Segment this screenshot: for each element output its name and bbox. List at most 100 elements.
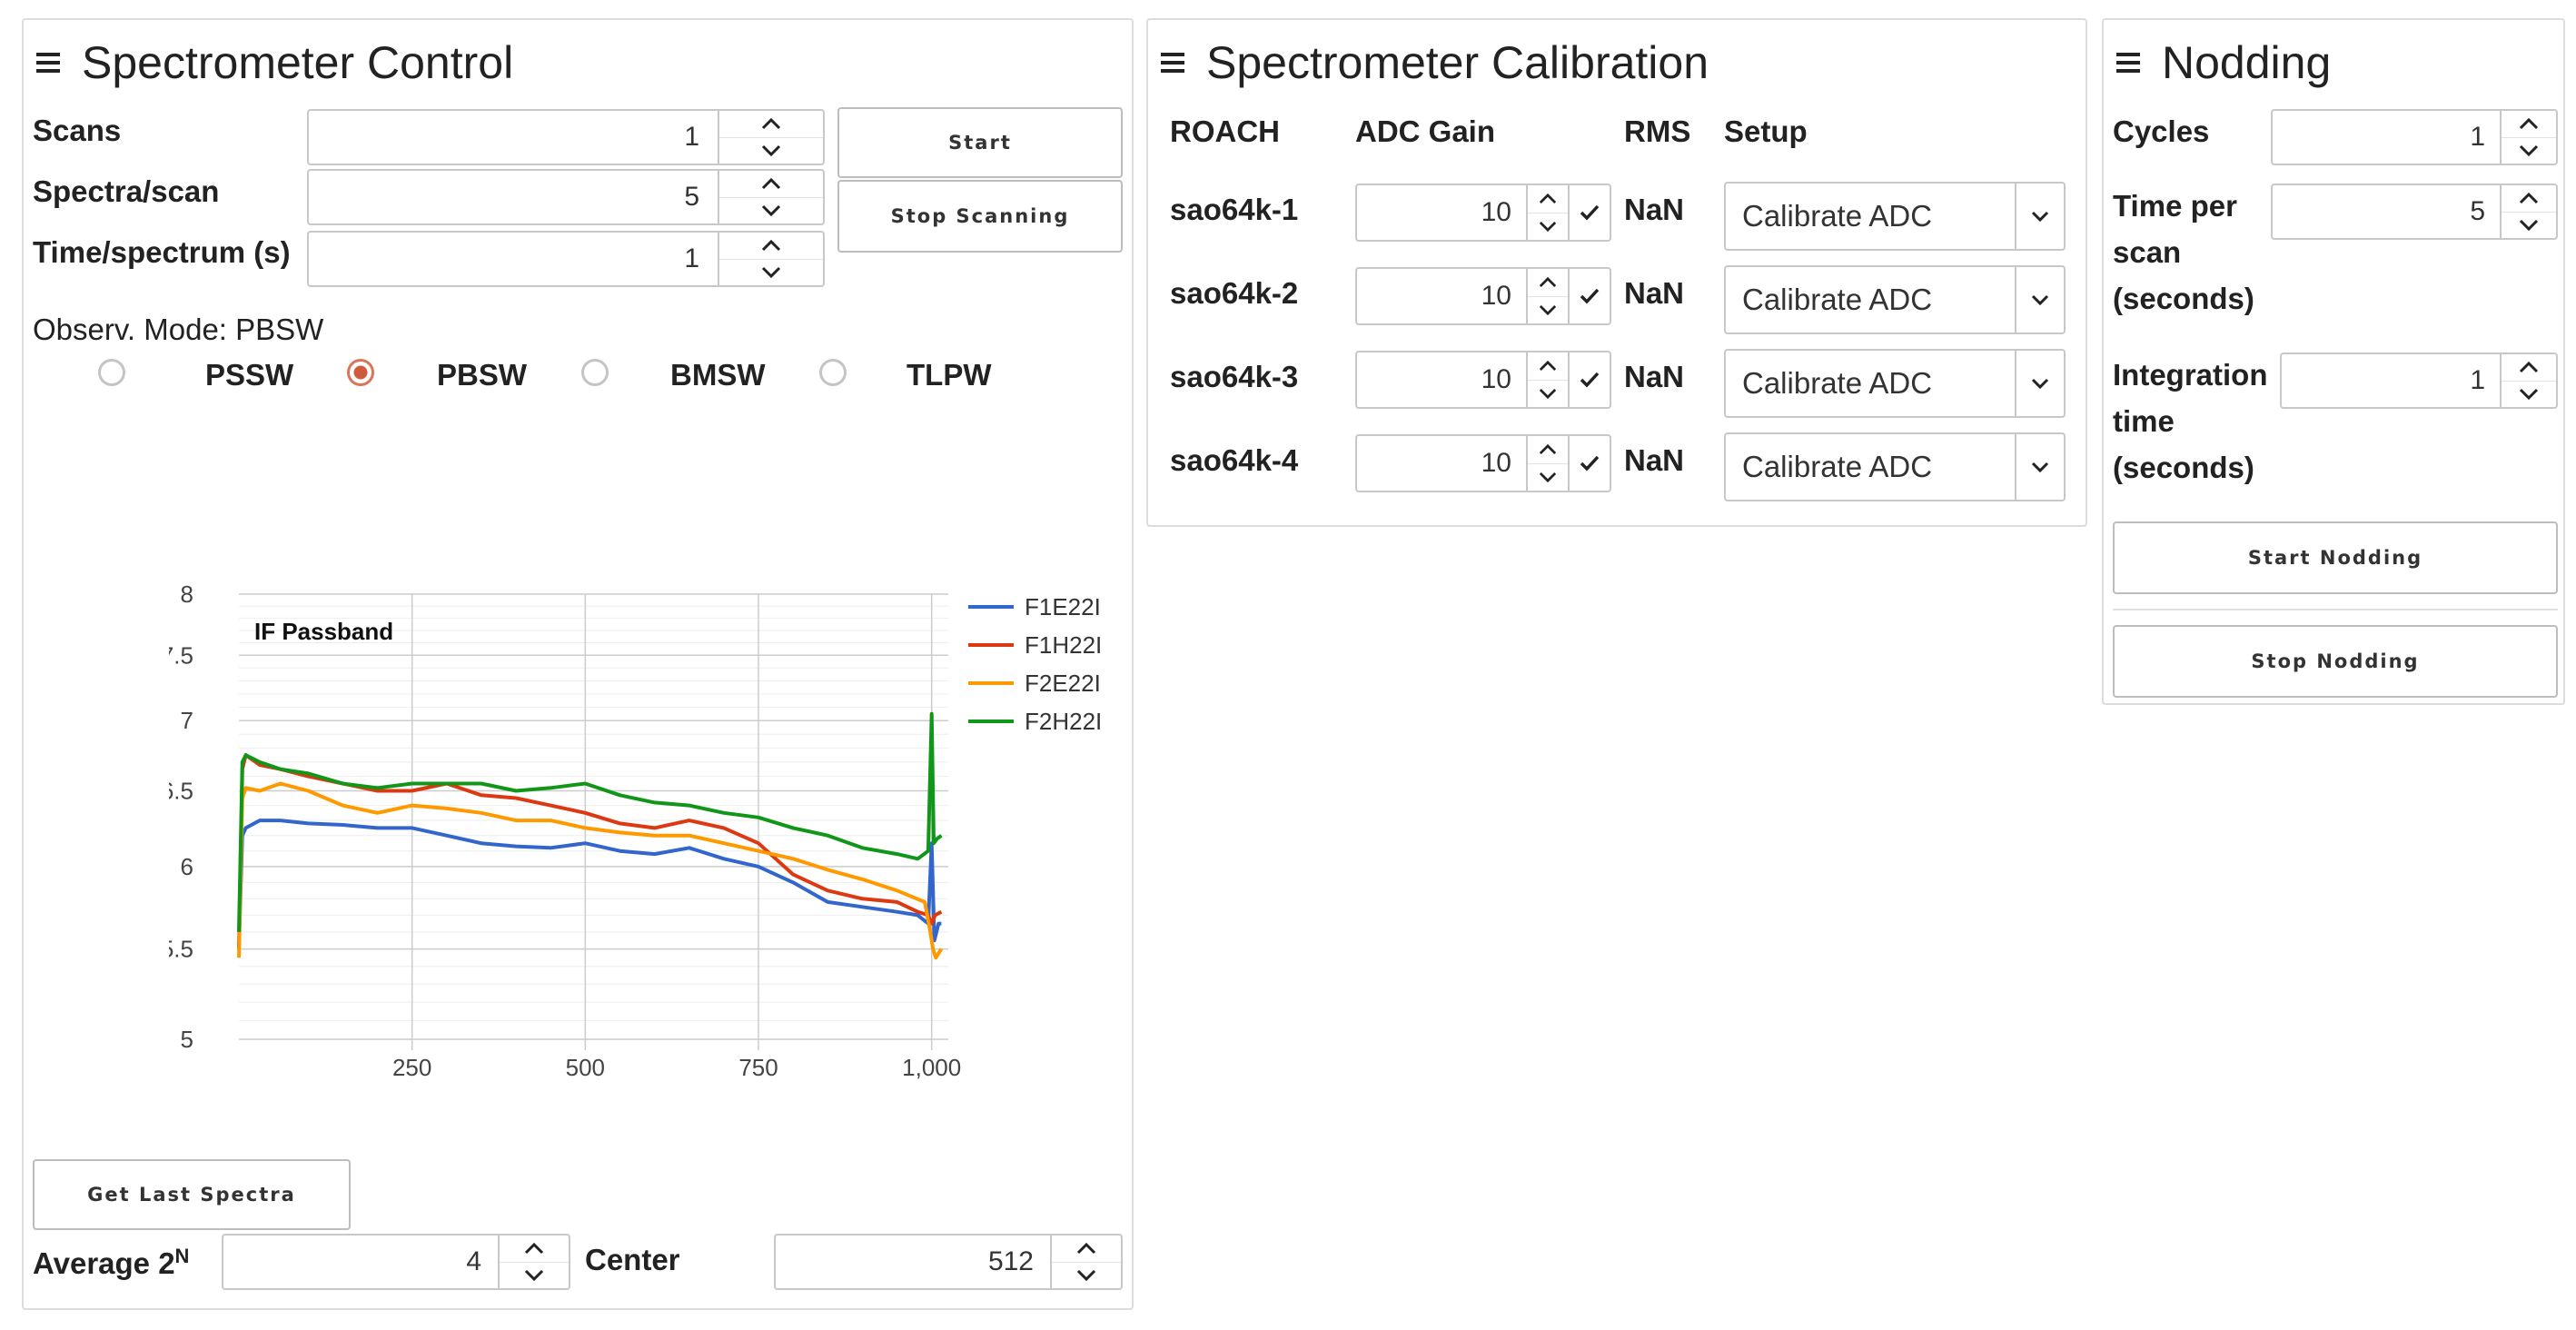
spectra-input[interactable]: 5 — [307, 169, 825, 225]
y-tick-label: 7 — [181, 707, 193, 734]
scans-label: Scans — [33, 114, 122, 147]
decrement-icon[interactable] — [1528, 295, 1568, 324]
radio-pbsw[interactable] — [347, 359, 374, 386]
scans-input[interactable]: 1 — [307, 109, 825, 165]
menu-icon[interactable] — [1161, 53, 1184, 73]
time-per-scan-input[interactable]: 5 — [2271, 184, 2558, 240]
menu-icon[interactable] — [2116, 53, 2140, 73]
get-last-spectra-button[interactable]: Get Last Spectra — [33, 1159, 351, 1230]
roach-header: ROACH — [1170, 114, 1280, 148]
decrement-icon[interactable] — [500, 1261, 569, 1289]
increment-icon[interactable] — [1052, 1236, 1121, 1262]
spectra-label: Spectra/scan — [33, 174, 220, 208]
decrement-icon[interactable] — [719, 136, 823, 164]
stop-nodding-button[interactable]: Stop Nodding — [2113, 625, 2558, 698]
x-tick-label: 250 — [392, 1054, 431, 1081]
decrement-icon[interactable] — [2502, 211, 2556, 239]
decrement-icon[interactable] — [1052, 1261, 1121, 1289]
time-per-scan-label: (seconds) — [2113, 282, 2254, 315]
if-passband-chart: 5 5.5 6 6.5 7 7.5 8 250 500 750 1,000 IF Passband F1… — [169, 581, 1102, 1081]
increment-icon[interactable] — [719, 111, 823, 137]
adc-gain-header: ADC Gain — [1355, 114, 1496, 148]
series-line — [237, 711, 943, 932]
rms-value: NaN — [1624, 193, 1685, 226]
decrement-icon[interactable] — [2502, 380, 2556, 408]
increment-icon[interactable] — [2502, 354, 2556, 381]
adc-gain-input[interactable]: 10 — [1355, 267, 1611, 325]
integration-time-input[interactable]: 1 — [2280, 352, 2558, 409]
legend-label: F2H22I — [1025, 708, 1102, 735]
average-label: Average 2N — [33, 1245, 189, 1281]
time-label: Time/spectrum (s) — [33, 235, 291, 269]
nodding-title: Nodding — [2162, 37, 2332, 88]
decrement-icon[interactable] — [1528, 379, 1568, 408]
roach-name: sao64k-3 — [1170, 360, 1299, 393]
y-tick-label: 7.5 — [169, 641, 193, 669]
setup-selected: Calibrate ADC — [1742, 199, 1933, 233]
confirm-check-icon[interactable] — [1568, 185, 1610, 240]
roach-name: sao64k-1 — [1170, 193, 1299, 226]
increment-icon[interactable] — [1528, 269, 1568, 296]
chevron-down-icon[interactable] — [2015, 351, 2064, 416]
y-tick-label: 5 — [181, 1026, 193, 1053]
increment-icon[interactable] — [1528, 352, 1568, 380]
y-tick-label: 6.5 — [169, 777, 193, 804]
chevron-down-icon[interactable] — [2015, 184, 2064, 249]
spectrometer-calibration-panel: Spectrometer Calibration ROACH ADC Gain … — [1146, 18, 2087, 527]
adc-gain-input[interactable]: 10 — [1355, 351, 1611, 409]
spectrometer-control-panel: Spectrometer Control Scans 1 Spectra/sca… — [22, 18, 1134, 1310]
average-input[interactable]: 4 — [222, 1234, 570, 1290]
mode-label: TLPW — [907, 358, 992, 392]
cycles-input[interactable]: 1 — [2271, 109, 2558, 165]
chevron-down-icon[interactable] — [2015, 434, 2064, 500]
integration-time-label: time — [2113, 404, 2175, 438]
menu-icon[interactable] — [36, 53, 60, 73]
integration-time-value: 1 — [2470, 365, 2485, 395]
increment-icon[interactable] — [1528, 436, 1568, 463]
increment-icon[interactable] — [2502, 111, 2556, 137]
legend-label: F1H22I — [1025, 631, 1102, 659]
radio-bmsw[interactable] — [581, 359, 609, 386]
adc-gain-value: 10 — [1481, 364, 1511, 394]
increment-icon[interactable] — [719, 233, 823, 259]
setup-selected: Calibrate ADC — [1742, 450, 1933, 483]
average-label-text: Average 2 — [33, 1246, 175, 1280]
setup-select[interactable]: Calibrate ADC — [1724, 349, 2066, 418]
chevron-down-icon[interactable] — [2015, 267, 2064, 332]
center-input[interactable]: 512 — [774, 1234, 1123, 1290]
start-nodding-button[interactable]: Start Nodding — [2113, 521, 2558, 594]
cycles-value: 1 — [2470, 122, 2485, 152]
setup-select[interactable]: Calibrate ADC — [1724, 432, 2066, 501]
increment-icon[interactable] — [719, 171, 823, 197]
increment-icon[interactable] — [1528, 185, 1568, 213]
decrement-icon[interactable] — [1528, 212, 1568, 241]
increment-icon[interactable] — [2502, 185, 2556, 212]
setup-select[interactable]: Calibrate ADC — [1724, 265, 2066, 334]
radio-tlpw[interactable] — [819, 359, 847, 386]
rms-value: NaN — [1624, 443, 1685, 477]
x-tick-label: 750 — [738, 1054, 778, 1081]
confirm-check-icon[interactable] — [1568, 436, 1610, 491]
integration-time-label: (seconds) — [2113, 451, 2254, 484]
confirm-check-icon[interactable] — [1568, 352, 1610, 407]
time-input[interactable]: 1 — [307, 231, 825, 287]
adc-gain-input[interactable]: 10 — [1355, 434, 1611, 492]
decrement-icon[interactable] — [1528, 462, 1568, 491]
rms-value: NaN — [1624, 360, 1685, 393]
decrement-icon[interactable] — [719, 196, 823, 224]
start-button[interactable]: Start — [837, 107, 1123, 178]
panel-title: Spectrometer Calibration — [1161, 36, 1709, 89]
setup-select[interactable]: Calibrate ADC — [1724, 182, 2066, 251]
confirm-check-icon[interactable] — [1568, 269, 1610, 323]
adc-gain-input[interactable]: 10 — [1355, 184, 1611, 242]
adc-gain-value: 10 — [1481, 281, 1511, 311]
increment-icon[interactable] — [500, 1236, 569, 1262]
stop-scanning-button[interactable]: Stop Scanning — [837, 180, 1123, 253]
decrement-icon[interactable] — [2502, 136, 2556, 164]
legend-label: F2E22I — [1025, 670, 1101, 697]
chart-title: IF Passband — [254, 618, 393, 645]
scans-value: 1 — [684, 122, 699, 152]
radio-pssw[interactable] — [98, 359, 125, 386]
decrement-icon[interactable] — [719, 258, 823, 286]
mode-label: PBSW — [437, 358, 527, 392]
